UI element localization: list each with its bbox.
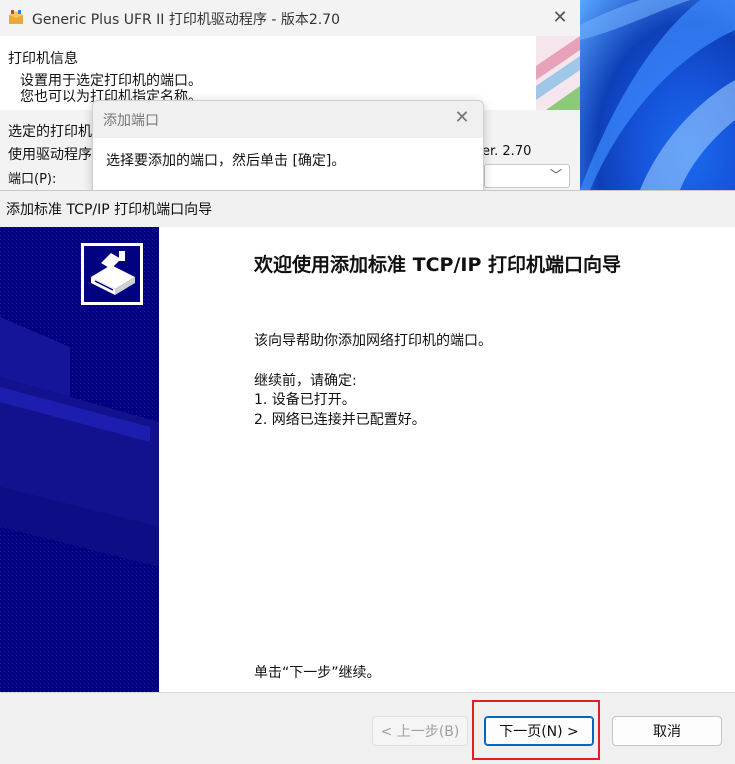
header-title: 打印机信息 [8, 51, 78, 67]
desktop-wallpaper [580, 0, 735, 190]
cancel-button[interactable]: 取消 [612, 716, 722, 746]
footer-divider [0, 692, 735, 693]
wizard-heading: 欢迎使用添加标准 TCP/IP 打印机端口向导 [254, 254, 621, 276]
installer-box-icon [7, 8, 25, 30]
close-icon[interactable]: ✕ [550, 8, 570, 28]
selected-printer-label: 选定的打印机 [8, 124, 92, 140]
add-port-dialog-title: 添加端口 [103, 113, 159, 129]
wizard-intro: 该向导帮助你添加网络打印机的端口。 [254, 333, 492, 349]
highlight-annotation [472, 700, 600, 760]
printer-icon [81, 243, 143, 309]
close-icon[interactable]: ✕ [452, 108, 472, 128]
driver-version: er. 2.70 [482, 144, 532, 159]
wizard-continue-hint: 单击“下一步”继续。 [254, 665, 381, 681]
chevron-down-icon[interactable]: ﹀ [550, 166, 562, 183]
driver-label: 使用驱动程序 [8, 147, 92, 163]
add-port-message: 选择要添加的端口，然后单击 [确定]。 [106, 153, 346, 169]
back-button[interactable]: < 上一步(B) [372, 716, 468, 746]
wizard-content-panel [159, 227, 735, 692]
wizard-title: 添加标准 TCP/IP 打印机端口向导 [6, 202, 213, 218]
wizard-checklist-item: 1. 设备已打开。 [254, 392, 356, 408]
port-label: 端口(P): [8, 172, 57, 187]
wizard-checklist-item: 2. 网络已连接并已配置好。 [254, 412, 426, 428]
header-decoration-graphic [536, 36, 580, 110]
driver-window-title: Generic Plus UFR II 打印机驱动程序 - 版本2.70 [32, 12, 340, 28]
wizard-before-continue: 继续前，请确定: [254, 373, 357, 389]
